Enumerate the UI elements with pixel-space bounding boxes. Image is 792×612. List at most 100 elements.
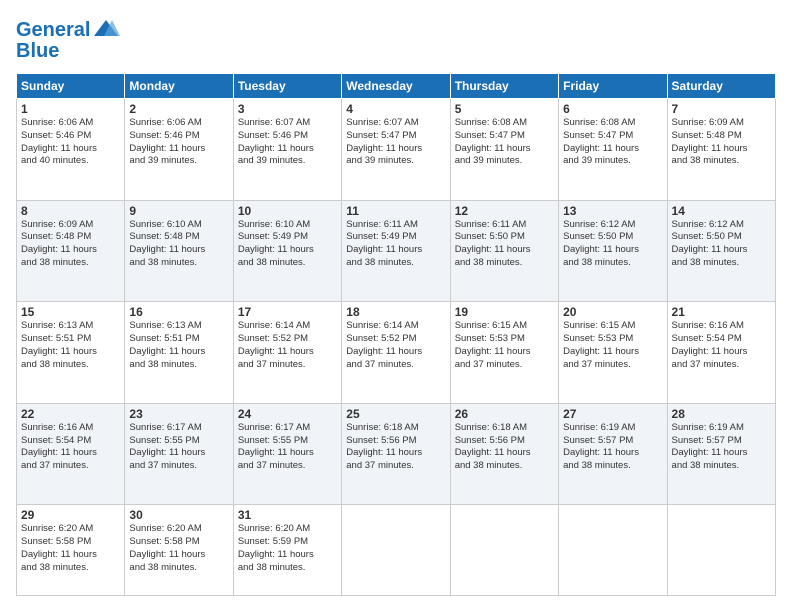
day-cell: 31Sunrise: 6:20 AM Sunset: 5:59 PM Dayli… xyxy=(233,505,341,596)
day-cell: 4Sunrise: 6:07 AM Sunset: 5:47 PM Daylig… xyxy=(342,99,450,201)
day-cell xyxy=(559,505,667,596)
week-row-4: 22Sunrise: 6:16 AM Sunset: 5:54 PM Dayli… xyxy=(17,403,776,505)
day-cell: 12Sunrise: 6:11 AM Sunset: 5:50 PM Dayli… xyxy=(450,200,558,302)
day-number: 14 xyxy=(672,204,771,218)
day-number: 19 xyxy=(455,305,554,319)
day-number: 29 xyxy=(21,508,120,522)
day-number: 30 xyxy=(129,508,228,522)
day-number: 16 xyxy=(129,305,228,319)
day-cell: 10Sunrise: 6:10 AM Sunset: 5:49 PM Dayli… xyxy=(233,200,341,302)
day-info: Sunrise: 6:08 AM Sunset: 5:47 PM Dayligh… xyxy=(563,117,662,168)
day-number: 31 xyxy=(238,508,337,522)
day-info: Sunrise: 6:06 AM Sunset: 5:46 PM Dayligh… xyxy=(21,117,120,168)
day-info: Sunrise: 6:13 AM Sunset: 5:51 PM Dayligh… xyxy=(21,320,120,371)
day-info: Sunrise: 6:09 AM Sunset: 5:48 PM Dayligh… xyxy=(21,219,120,270)
day-cell: 5Sunrise: 6:08 AM Sunset: 5:47 PM Daylig… xyxy=(450,99,558,201)
day-info: Sunrise: 6:17 AM Sunset: 5:55 PM Dayligh… xyxy=(129,422,228,473)
day-info: Sunrise: 6:10 AM Sunset: 5:48 PM Dayligh… xyxy=(129,219,228,270)
day-number: 20 xyxy=(563,305,662,319)
day-number: 22 xyxy=(21,407,120,421)
day-cell xyxy=(342,505,450,596)
day-info: Sunrise: 6:12 AM Sunset: 5:50 PM Dayligh… xyxy=(563,219,662,270)
day-number: 23 xyxy=(129,407,228,421)
day-cell xyxy=(450,505,558,596)
logo-icon xyxy=(92,16,120,44)
day-number: 21 xyxy=(672,305,771,319)
week-row-1: 1Sunrise: 6:06 AM Sunset: 5:46 PM Daylig… xyxy=(17,99,776,201)
day-cell: 29Sunrise: 6:20 AM Sunset: 5:58 PM Dayli… xyxy=(17,505,125,596)
header-row: SundayMondayTuesdayWednesdayThursdayFrid… xyxy=(17,74,776,99)
header-tuesday: Tuesday xyxy=(233,74,341,99)
day-cell: 25Sunrise: 6:18 AM Sunset: 5:56 PM Dayli… xyxy=(342,403,450,505)
day-number: 25 xyxy=(346,407,445,421)
header-saturday: Saturday xyxy=(667,74,775,99)
day-number: 3 xyxy=(238,102,337,116)
week-row-3: 15Sunrise: 6:13 AM Sunset: 5:51 PM Dayli… xyxy=(17,302,776,404)
day-number: 15 xyxy=(21,305,120,319)
header-friday: Friday xyxy=(559,74,667,99)
day-info: Sunrise: 6:10 AM Sunset: 5:49 PM Dayligh… xyxy=(238,219,337,270)
header-wednesday: Wednesday xyxy=(342,74,450,99)
day-cell: 7Sunrise: 6:09 AM Sunset: 5:48 PM Daylig… xyxy=(667,99,775,201)
day-info: Sunrise: 6:12 AM Sunset: 5:50 PM Dayligh… xyxy=(672,219,771,270)
day-info: Sunrise: 6:17 AM Sunset: 5:55 PM Dayligh… xyxy=(238,422,337,473)
day-info: Sunrise: 6:08 AM Sunset: 5:47 PM Dayligh… xyxy=(455,117,554,168)
day-cell: 9Sunrise: 6:10 AM Sunset: 5:48 PM Daylig… xyxy=(125,200,233,302)
day-info: Sunrise: 6:11 AM Sunset: 5:49 PM Dayligh… xyxy=(346,219,445,270)
header-monday: Monday xyxy=(125,74,233,99)
day-number: 7 xyxy=(672,102,771,116)
day-number: 26 xyxy=(455,407,554,421)
day-info: Sunrise: 6:20 AM Sunset: 5:59 PM Dayligh… xyxy=(238,523,337,574)
day-number: 12 xyxy=(455,204,554,218)
day-cell: 28Sunrise: 6:19 AM Sunset: 5:57 PM Dayli… xyxy=(667,403,775,505)
day-cell: 1Sunrise: 6:06 AM Sunset: 5:46 PM Daylig… xyxy=(17,99,125,201)
week-row-5: 29Sunrise: 6:20 AM Sunset: 5:58 PM Dayli… xyxy=(17,505,776,596)
logo: General Blue xyxy=(16,16,120,63)
day-number: 13 xyxy=(563,204,662,218)
day-cell: 21Sunrise: 6:16 AM Sunset: 5:54 PM Dayli… xyxy=(667,302,775,404)
day-cell: 2Sunrise: 6:06 AM Sunset: 5:46 PM Daylig… xyxy=(125,99,233,201)
day-cell: 27Sunrise: 6:19 AM Sunset: 5:57 PM Dayli… xyxy=(559,403,667,505)
day-info: Sunrise: 6:18 AM Sunset: 5:56 PM Dayligh… xyxy=(346,422,445,473)
day-cell: 24Sunrise: 6:17 AM Sunset: 5:55 PM Dayli… xyxy=(233,403,341,505)
header-sunday: Sunday xyxy=(17,74,125,99)
day-number: 4 xyxy=(346,102,445,116)
day-info: Sunrise: 6:20 AM Sunset: 5:58 PM Dayligh… xyxy=(129,523,228,574)
day-info: Sunrise: 6:19 AM Sunset: 5:57 PM Dayligh… xyxy=(672,422,771,473)
day-number: 8 xyxy=(21,204,120,218)
day-number: 10 xyxy=(238,204,337,218)
day-number: 24 xyxy=(238,407,337,421)
day-number: 1 xyxy=(21,102,120,116)
day-cell: 14Sunrise: 6:12 AM Sunset: 5:50 PM Dayli… xyxy=(667,200,775,302)
day-cell: 11Sunrise: 6:11 AM Sunset: 5:49 PM Dayli… xyxy=(342,200,450,302)
day-cell: 13Sunrise: 6:12 AM Sunset: 5:50 PM Dayli… xyxy=(559,200,667,302)
day-number: 11 xyxy=(346,204,445,218)
day-info: Sunrise: 6:14 AM Sunset: 5:52 PM Dayligh… xyxy=(238,320,337,371)
calendar: SundayMondayTuesdayWednesdayThursdayFrid… xyxy=(16,73,776,596)
day-info: Sunrise: 6:15 AM Sunset: 5:53 PM Dayligh… xyxy=(455,320,554,371)
logo-text: General xyxy=(16,19,90,41)
day-info: Sunrise: 6:11 AM Sunset: 5:50 PM Dayligh… xyxy=(455,219,554,270)
week-row-2: 8Sunrise: 6:09 AM Sunset: 5:48 PM Daylig… xyxy=(17,200,776,302)
day-info: Sunrise: 6:07 AM Sunset: 5:47 PM Dayligh… xyxy=(346,117,445,168)
day-cell: 15Sunrise: 6:13 AM Sunset: 5:51 PM Dayli… xyxy=(17,302,125,404)
day-info: Sunrise: 6:07 AM Sunset: 5:46 PM Dayligh… xyxy=(238,117,337,168)
day-number: 17 xyxy=(238,305,337,319)
page: General Blue SundayMondayTuesdayWednesda… xyxy=(0,0,792,612)
day-cell: 23Sunrise: 6:17 AM Sunset: 5:55 PM Dayli… xyxy=(125,403,233,505)
day-info: Sunrise: 6:20 AM Sunset: 5:58 PM Dayligh… xyxy=(21,523,120,574)
day-cell: 6Sunrise: 6:08 AM Sunset: 5:47 PM Daylig… xyxy=(559,99,667,201)
day-number: 27 xyxy=(563,407,662,421)
day-cell: 18Sunrise: 6:14 AM Sunset: 5:52 PM Dayli… xyxy=(342,302,450,404)
day-info: Sunrise: 6:16 AM Sunset: 5:54 PM Dayligh… xyxy=(672,320,771,371)
day-cell: 22Sunrise: 6:16 AM Sunset: 5:54 PM Dayli… xyxy=(17,403,125,505)
day-cell: 17Sunrise: 6:14 AM Sunset: 5:52 PM Dayli… xyxy=(233,302,341,404)
day-number: 28 xyxy=(672,407,771,421)
day-info: Sunrise: 6:19 AM Sunset: 5:57 PM Dayligh… xyxy=(563,422,662,473)
day-number: 6 xyxy=(563,102,662,116)
day-info: Sunrise: 6:15 AM Sunset: 5:53 PM Dayligh… xyxy=(563,320,662,371)
day-info: Sunrise: 6:14 AM Sunset: 5:52 PM Dayligh… xyxy=(346,320,445,371)
header: General Blue xyxy=(16,16,776,63)
day-cell: 8Sunrise: 6:09 AM Sunset: 5:48 PM Daylig… xyxy=(17,200,125,302)
day-info: Sunrise: 6:06 AM Sunset: 5:46 PM Dayligh… xyxy=(129,117,228,168)
